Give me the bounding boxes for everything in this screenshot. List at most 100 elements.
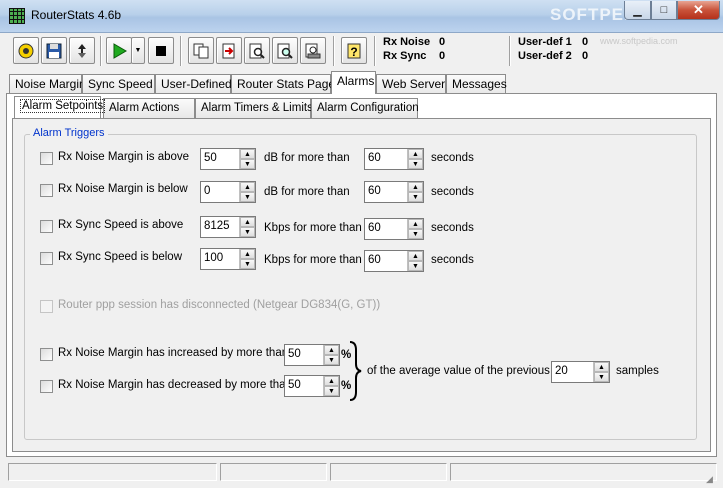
tab-alarm-actions[interactable]: Alarm Actions [103,98,195,118]
document-zoom-icon [277,43,293,59]
app-icon [9,8,25,24]
router-connect-icon [18,43,34,58]
sync-below-seconds-stepper[interactable]: 60 ▲ ▼ [364,250,424,272]
toolbar-separator [180,36,182,66]
minimize-button[interactable]: ▁ [624,1,651,20]
spin-up-icon[interactable]: ▲ [594,362,609,372]
stop-icon [156,45,166,56]
spin-up-icon[interactable]: ▲ [240,249,255,259]
refresh-button[interactable] [69,37,95,64]
sub-tab-bar: Alarm Setpoints Alarm Actions Alarm Time… [14,96,714,118]
refresh-arrows-icon [78,43,86,58]
tab-alarm-setpoints[interactable]: Alarm Setpoints [14,96,106,118]
tab-messages[interactable]: Messages [446,74,507,94]
spin-down-icon[interactable]: ▼ [408,261,423,271]
noise-decreased-stepper[interactable]: 50 ▲ ▼ [284,375,340,397]
tab-label: Alarm Setpoints [20,99,106,113]
spin-up-icon[interactable]: ▲ [324,376,339,386]
stepper-value: 50 [204,152,217,164]
tab-alarm-configuration[interactable]: Alarm Configuration [311,98,419,118]
noise-below-stepper[interactable]: 0 ▲ ▼ [200,181,256,203]
noise-below-checkbox[interactable] [40,184,53,197]
samples-stepper[interactable]: 20 ▲ ▼ [551,361,610,383]
stepper-value: 20 [555,365,568,377]
tab-alarms[interactable]: Alarms [331,71,376,94]
status-panel [330,463,447,481]
stepper-value: 60 [368,185,381,197]
toolbar-separator [333,36,335,66]
tab-label: Alarm Timers & Limits [201,102,313,114]
seconds-label: seconds [431,222,474,234]
spin-up-icon[interactable]: ▲ [408,251,423,261]
ppp-disconnected-label: Router ppp session has disconnected (Net… [58,299,381,311]
spin-up-icon[interactable]: ▲ [240,182,255,192]
ppp-disconnected-checkbox[interactable] [40,300,53,313]
spin-down-icon[interactable]: ▼ [240,259,255,269]
spin-down-icon[interactable]: ▼ [324,355,339,365]
title-bar: RouterStats 4.6b SOFTPEDIA ▁ □ ✕ [0,0,723,33]
preview-button[interactable] [244,37,270,64]
spin-down-icon[interactable]: ▼ [408,192,423,202]
spin-up-icon[interactable]: ▲ [408,182,423,192]
userdef2-value: 0 [582,50,589,62]
spin-up-icon[interactable]: ▲ [408,149,423,159]
noise-increased-label: Rx Noise Margin has increased by more th… [58,347,289,359]
spin-up-icon[interactable]: ▲ [324,345,339,355]
noise-below-seconds-stepper[interactable]: 60 ▲ ▼ [364,181,424,203]
sync-above-seconds-stepper[interactable]: 60 ▲ ▼ [364,218,424,240]
spin-down-icon[interactable]: ▼ [240,192,255,202]
stepper-value: 50 [288,348,301,360]
connect-button[interactable] [13,37,39,64]
start-dropdown-button[interactable]: ▼ [131,37,145,64]
noise-increased-stepper[interactable]: 50 ▲ ▼ [284,344,340,366]
help-button[interactable]: ? [341,37,367,64]
stop-button[interactable] [148,37,174,64]
noise-above-stepper[interactable]: 50 ▲ ▼ [200,148,256,170]
spin-down-icon[interactable]: ▼ [408,159,423,169]
close-button[interactable]: ✕ [677,1,720,20]
noise-increased-checkbox[interactable] [40,348,53,361]
noise-above-checkbox[interactable] [40,152,53,165]
seconds-label: seconds [431,254,474,266]
tab-sync-speed[interactable]: Sync Speed [82,74,155,94]
sync-above-stepper[interactable]: 8125 ▲ ▼ [200,216,256,238]
tab-label: Messages [452,77,507,91]
resize-grip-icon[interactable]: ◢ [706,474,713,485]
spin-down-icon[interactable]: ▼ [408,229,423,239]
tab-alarm-timers-limits[interactable]: Alarm Timers & Limits [195,98,313,118]
spin-down-icon[interactable]: ▼ [324,386,339,396]
print-preview-button[interactable] [300,37,326,64]
sync-above-checkbox[interactable] [40,220,53,233]
spin-up-icon[interactable]: ▲ [240,149,255,159]
spin-down-icon[interactable]: ▼ [240,159,255,169]
tab-noise-margin[interactable]: Noise Margin [9,74,86,94]
spin-down-icon[interactable]: ▼ [240,227,255,237]
start-button[interactable] [106,37,132,64]
noise-decreased-label: Rx Noise Margin has decreased by more th… [58,379,292,391]
userdef2-label: User-def 2 [518,50,572,62]
sync-below-checkbox[interactable] [40,252,53,265]
copy-button[interactable] [188,37,214,64]
seconds-label: seconds [431,186,474,198]
userdef1-label: User-def 1 [518,36,572,48]
spin-up-icon[interactable]: ▲ [240,217,255,227]
noise-decreased-checkbox[interactable] [40,380,53,393]
main-tab-bar: Noise Margin Sync Speed User-Defined Rou… [9,71,719,94]
tab-web-server[interactable]: Web Server [376,74,446,94]
spin-down-icon[interactable]: ▼ [594,372,609,382]
tab-router-stats-page[interactable]: Router Stats Page [231,74,335,94]
tab-label: User-Defined [161,77,232,91]
tab-label: Web Server [382,77,446,91]
tab-label: Alarms [337,74,375,88]
export-button[interactable] [216,37,242,64]
noise-above-seconds-stepper[interactable]: 60 ▲ ▼ [364,148,424,170]
help-icon: ? [347,43,361,59]
spin-up-icon[interactable]: ▲ [408,219,423,229]
zoom-button[interactable] [272,37,298,64]
tab-user-defined[interactable]: User-Defined [155,74,232,94]
maximize-button[interactable]: □ [651,1,677,20]
sync-below-stepper[interactable]: 100 ▲ ▼ [200,248,256,270]
sync-below-label: Rx Sync Speed is below [58,251,183,263]
save-button[interactable] [41,37,67,64]
sync-above-label: Rx Sync Speed is above [58,219,184,231]
